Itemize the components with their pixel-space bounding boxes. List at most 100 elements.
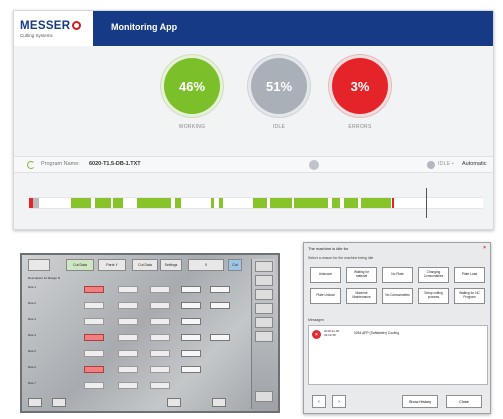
row-button[interactable] — [210, 286, 230, 293]
timeline-segment — [211, 198, 214, 208]
reason-button[interactable]: Waiting for NC Program — [454, 288, 485, 304]
value-cell[interactable] — [84, 334, 104, 341]
reason-button[interactable]: Setup cutting process — [418, 288, 449, 304]
idle-label: IDLE — [272, 124, 286, 130]
row-button[interactable] — [210, 334, 230, 341]
reason-button[interactable]: Waiting for material — [346, 267, 377, 283]
row-label: Row 6 — [28, 365, 36, 369]
reason-button[interactable]: Plate Unload — [310, 288, 341, 304]
row-label: Row 7 — [28, 381, 36, 385]
row-button[interactable] — [181, 286, 201, 293]
row-button[interactable] — [181, 302, 201, 309]
value-cell[interactable] — [118, 318, 138, 325]
timeline-segment — [253, 198, 267, 208]
timeline-segment — [175, 198, 181, 208]
table-row: Row 6 — [28, 364, 233, 376]
machine-tab[interactable]: Cut Data — [66, 259, 94, 271]
reason-button[interactable]: Machine Maintenance — [346, 288, 377, 304]
next-button[interactable]: › — [332, 395, 346, 408]
timeline-segment — [29, 198, 33, 208]
message-text: 0264 APP (Softstarter) Cooling — [354, 331, 400, 335]
side-button[interactable] — [255, 275, 273, 286]
row-button[interactable] — [181, 350, 201, 357]
timeline-current-marker — [426, 188, 427, 218]
reason-button[interactable]: Changing Consumables — [418, 267, 449, 283]
value-cell[interactable] — [118, 302, 138, 309]
machine-icon — [309, 160, 319, 170]
value-cell[interactable] — [84, 286, 104, 293]
value-cell[interactable] — [118, 350, 138, 357]
value-cell[interactable] — [118, 382, 138, 389]
machine-tab[interactable]: 0 — [188, 259, 224, 271]
idle-value: 51% — [265, 78, 293, 94]
value-cell[interactable] — [118, 366, 138, 373]
previous-button[interactable]: ‹ — [312, 395, 326, 408]
machine-table-header: Description for Range N — [28, 276, 61, 280]
status-state: IDLE • — [438, 161, 454, 167]
table-row: Row 1 — [28, 284, 233, 296]
working-value: 46% — [178, 78, 206, 94]
message-item[interactable]: × 2018-11-06 09:02:38 0264 APP (Softstar… — [309, 326, 487, 342]
value-cell[interactable] — [84, 382, 104, 389]
value-cell[interactable] — [150, 302, 170, 309]
machine-bottom-button[interactable] — [52, 398, 66, 407]
messages-list: × 2018-11-06 09:02:38 0264 APP (Softstar… — [308, 325, 488, 385]
program-name-label: Program Name: — [41, 161, 80, 167]
table-row: Row 2 — [28, 300, 233, 312]
dialog-title: The machine is idle for — [308, 246, 349, 251]
table-row: Row 7 — [28, 380, 233, 392]
row-button[interactable] — [181, 366, 201, 373]
row-button[interactable] — [210, 302, 230, 309]
reason-button[interactable]: Unknown — [310, 267, 341, 283]
value-cell[interactable] — [150, 334, 170, 341]
close-icon[interactable]: × — [483, 245, 486, 251]
value-cell[interactable] — [84, 350, 104, 357]
side-button[interactable] — [255, 391, 273, 402]
machine-bottom-button[interactable] — [28, 398, 42, 407]
machine-tab[interactable]: Cut Data — [132, 259, 158, 271]
side-button[interactable] — [255, 303, 273, 314]
value-cell[interactable] — [150, 366, 170, 373]
value-cell[interactable] — [84, 302, 104, 309]
value-cell[interactable] — [84, 318, 104, 325]
machine-tab[interactable]: Cut — [228, 259, 242, 271]
side-button[interactable] — [255, 317, 273, 328]
reason-button[interactable]: No Plate — [382, 267, 413, 283]
value-cell[interactable] — [150, 286, 170, 293]
timeline-segment — [95, 198, 111, 208]
close-button[interactable]: Close — [446, 395, 482, 408]
errors-label: ERRORS — [348, 124, 372, 130]
idle-gauge: 51% — [251, 58, 307, 114]
refresh-icon[interactable] — [27, 161, 35, 169]
side-button[interactable] — [255, 331, 273, 342]
machine-tab[interactable]: Settings — [160, 259, 182, 271]
value-cell[interactable] — [84, 366, 104, 373]
timeline-segment — [270, 198, 292, 208]
activity-timeline — [29, 188, 483, 218]
timeline-segment — [294, 198, 328, 208]
reason-button[interactable]: No Consumables — [382, 288, 413, 304]
machine-tab[interactable] — [28, 259, 50, 271]
table-row: Row 5 — [28, 348, 233, 360]
value-cell[interactable] — [118, 286, 138, 293]
side-button[interactable] — [255, 261, 273, 272]
logo-subtitle: Cutting Systems — [20, 32, 53, 38]
logo-brand: MESSER — [20, 19, 71, 32]
value-cell[interactable] — [150, 382, 170, 389]
machine-bottom-button[interactable] — [167, 398, 181, 407]
value-cell[interactable] — [118, 334, 138, 341]
row-label: Row 5 — [28, 349, 36, 353]
value-cell[interactable] — [150, 350, 170, 357]
side-button[interactable] — [255, 289, 273, 300]
app-header: MESSER Cutting Systems Monitoring App — [14, 11, 493, 46]
row-button[interactable] — [181, 334, 201, 341]
machine-tab[interactable]: Parts Y — [98, 259, 126, 271]
machine-bottom-button[interactable] — [212, 398, 226, 407]
row-button[interactable] — [181, 318, 201, 325]
error-icon: × — [312, 330, 321, 339]
show-history-button[interactable]: Show History — [402, 395, 438, 408]
value-cell[interactable] — [150, 318, 170, 325]
reason-button[interactable]: Plate Load — [454, 267, 485, 283]
messer-logo: MESSER Cutting Systems — [14, 11, 93, 46]
idle-reason-dialog: The machine is idle for × Select a reaso… — [303, 242, 491, 414]
